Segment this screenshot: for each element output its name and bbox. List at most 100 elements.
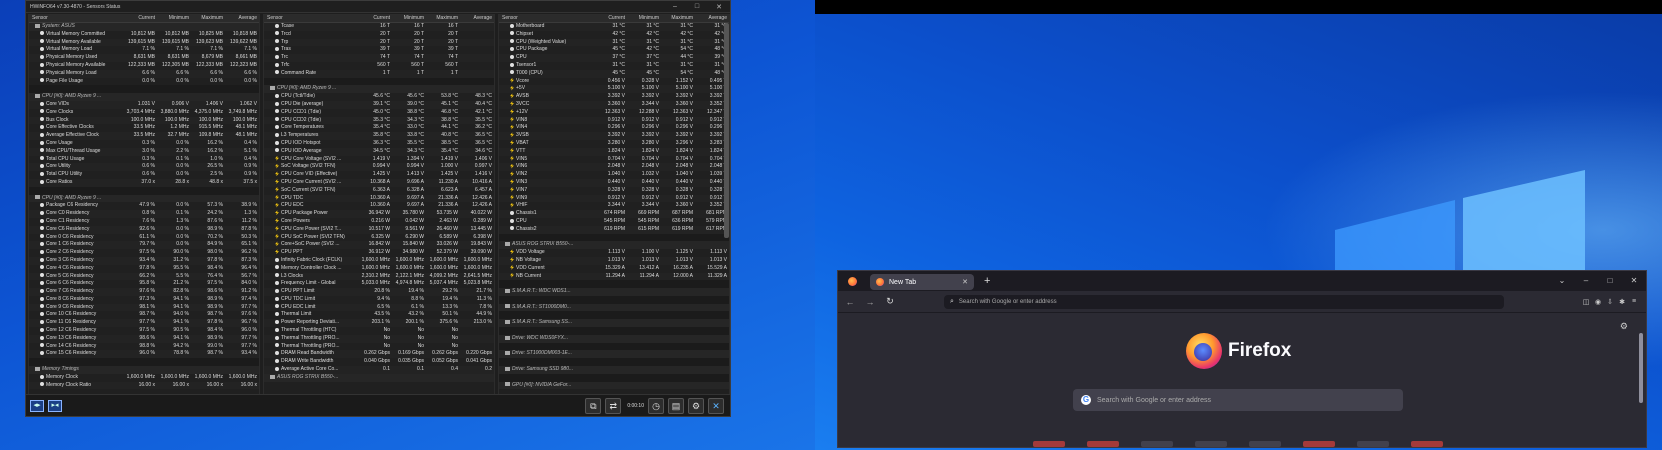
sensor-group-header[interactable]: Drive: Samsung SSD 980... [499, 366, 729, 374]
sensor-row[interactable]: Trcd 20 T 20 T 20 T [264, 31, 494, 39]
sensor-group-header[interactable]: ASUS ROG STRIX B550-... [264, 373, 494, 382]
pocket-icon[interactable]: ◫ [1580, 298, 1592, 306]
sensor-row[interactable]: VDD Current 15.329 A 13.412 A 16.235 A 15.52… [499, 265, 729, 273]
sensor-row[interactable]: CPU IOD Average 34.5 °C 34.3 °C 35.4 °C 34.6… [264, 147, 494, 156]
minimize-button[interactable]: – [664, 3, 686, 10]
sensor-group-header[interactable]: System: ASUS [29, 23, 259, 31]
sensor-row[interactable]: Core 15 C6 Residency 96.0 % 78.8 % 98.7 % 93… [29, 350, 259, 359]
sensor-row[interactable]: VIN3 0.440 V 0.440 V 0.440 V 0.440 V [499, 178, 729, 187]
sensor-row[interactable]: Tcase 16 T 16 T 16 T [264, 23, 494, 31]
sensor-row[interactable]: VIN9 0.912 V 0.912 V 0.912 V 0.912 V [499, 194, 729, 203]
col-current[interactable]: Current [358, 15, 392, 22]
sensor-group-header[interactable]: Drive: ST1000DM003-1E... [499, 350, 729, 359]
sensor-row[interactable]: CPU CCD1 (Tdie) 45.0 °C 38.8 °C 46.8 °C 42.1… [264, 109, 494, 117]
sensor-row[interactable]: Core C1 Residency 7.6 % 1.3 % 87.6 % 11.2 % [29, 218, 259, 226]
minimize-button[interactable]: – [1574, 271, 1598, 291]
sensor-row[interactable]: CPU EDC 10.360 A 9.697 A 21.336 A 12.426 A [264, 202, 494, 210]
sensor-row[interactable]: CPU TDC Limit 9.4 % 8.8 % 19.4 % 11.3 % [264, 296, 494, 304]
sensor-row[interactable]: Chipset 42 °C 42 °C 42 °C 42 °C [499, 31, 729, 39]
vertical-scrollbar[interactable] [1639, 333, 1643, 403]
close-tab-icon[interactable]: ✕ [962, 278, 968, 286]
sensor-group-header[interactable]: Drive: WDC WDS0FYX... [499, 334, 729, 343]
col-minimum[interactable]: Minimum [627, 15, 661, 22]
sensor-row[interactable]: CPU 545 RPM 545 RPM 636 RPM 579 RPM [499, 218, 729, 226]
sensor-row[interactable]: Core 4 C6 Residency 97.8 % 95.5 % 98.4 % 96.… [29, 265, 259, 273]
sensor-row[interactable]: 3VSB 3.392 V 3.392 V 3.392 V 3.392 V [499, 132, 729, 140]
sensor-group-header[interactable]: GPU [#0]: NVIDIA GeFor... [499, 381, 729, 390]
sensor-row[interactable]: Frequency Limit - Global 5,033.0 MHz 4,974… [264, 280, 494, 288]
sensor-row[interactable]: Core Powers 0.216 W 0.042 W 2.463 W 0.289 W [264, 218, 494, 226]
forward-icon[interactable]: → [862, 297, 878, 307]
tab-new-tab[interactable]: New Tab ✕ [870, 274, 974, 290]
sensor-row[interactable]: Virtual Memory Available 139,615 MB 139,61… [29, 38, 259, 47]
maximize-button[interactable]: □ [1598, 271, 1622, 291]
sensor-row[interactable]: Core Usage 0.3 % 0.0 % 16.2 % 0.4 % [29, 140, 259, 148]
sensor-row[interactable]: Core Effective Clocks 33.5 MHz 1.2 MHz 915.… [29, 124, 259, 132]
column-header[interactable]: Sensor Current Minimum Maximum Average [264, 15, 494, 23]
sensor-row[interactable]: CPU CCD2 (Tdie) 35.3 °C 34.3 °C 38.8 °C 35.5… [264, 116, 494, 125]
sensor-row[interactable]: AVSB 3.392 V 3.392 V 3.392 V 3.392 V [499, 93, 729, 101]
sensor-row[interactable]: Core 2 C6 Residency 97.5 % 90.0 % 98.0 % 96.… [29, 249, 259, 257]
sensor-row[interactable]: Physical Memory Available 122,333 MB 122,3… [29, 62, 259, 70]
sensor-row[interactable]: Core 7 C6 Residency 97.6 % 82.8 % 98.6 % 91.… [29, 288, 259, 296]
top-site-tile[interactable] [1195, 441, 1227, 447]
column-header[interactable]: Sensor Current Minimum Maximum Average [29, 15, 259, 23]
menu-icon[interactable]: ≡ [1628, 298, 1640, 306]
search-box[interactable]: G Search with Google or enter address [1073, 389, 1403, 411]
url-bar[interactable]: ⌕ Search with Google or enter address [944, 294, 1504, 309]
gear-icon[interactable]: ⚙ [1620, 321, 1628, 332]
extensions-icon[interactable]: ✱ [1616, 298, 1628, 306]
sensor-row[interactable]: Chassis2 619 RPM 615 RPM 619 RPM 617 RPM [499, 225, 729, 234]
sensor-row[interactable]: Physical Memory Used 8,631 MB 8,631 MB 8,67… [29, 54, 259, 62]
log-icon[interactable]: ▤ [668, 397, 684, 414]
sensor-row[interactable]: Memory Clock Ratio 16.00 x 16.00 x 16.00 x 1… [29, 381, 259, 390]
col-average[interactable]: Average [460, 15, 494, 22]
sensor-row[interactable]: Core C0 Residency 0.8 % 0.1 % 24.2 % 1.3 % [29, 210, 259, 218]
sensor-row[interactable]: Core VIDs 1.031 V 0.906 V 1.406 V 1.062 V [29, 100, 259, 109]
sensor-row[interactable]: Max CPU/Thread Usage 3.0 % 2.2 % 16.2 % 5.1 … [29, 147, 259, 156]
top-site-tile[interactable] [1033, 441, 1065, 447]
sensor-row[interactable]: CPU (Tctl/Tdie) 45.6 °C 45.6 °C 53.8 °C 48.3… [264, 93, 494, 101]
sensor-row[interactable]: Trfc 560 T 560 T 560 T [264, 62, 494, 70]
top-site-tile[interactable] [1303, 441, 1335, 447]
sensor-row[interactable]: Command Rate 1 T 1 T 1 T [264, 69, 494, 78]
sensor-row[interactable]: 3VCC 3.360 V 3.344 V 3.360 V 3.352 V [499, 100, 729, 109]
col-maximum[interactable]: Maximum [191, 15, 225, 22]
sensor-row[interactable]: Infinity Fabric Clock (FCLK) 1,600.0 MHz 1… [264, 256, 494, 265]
sensor-row[interactable]: CPU EDC Limit 6.5 % 6.1 % 13.3 % 7.8 % [264, 303, 494, 312]
sensor-row[interactable]: Core 14 C6 Residency 98.8 % 94.2 % 99.0 % 97… [29, 343, 259, 351]
firefox-view-icon[interactable] [848, 277, 857, 286]
sensor-row[interactable]: CPU 37 °C 37 °C 44 °C 39 °C [499, 54, 729, 62]
hwinfo-titlebar[interactable]: HWiNFO64 v7.30-4870 - Sensors Status – □… [26, 1, 730, 13]
sensor-row[interactable]: Total CPU Utility 0.6 % 0.0 % 2.5 % 0.9 % [29, 171, 259, 179]
sensor-row[interactable]: Thermal Throttling (PRO... No No No [264, 334, 494, 343]
nav-collapse-button[interactable]: ◂▸ [30, 399, 44, 412]
sensor-row[interactable]: DRAM Read Bandwidth 0.262 Gbps 0.169 Gbps 0… [264, 350, 494, 359]
sensor-row[interactable]: Core Ratios 37.0 x 28.8 x 48.8 x 37.5 x [29, 178, 259, 187]
sensor-row[interactable]: CPU Core Power (SVI2 T... 10.517 W 9.561 W… [264, 225, 494, 234]
sensor-row[interactable]: CPU IOD Hotspot 36.3 °C 35.5 °C 38.5 °C 36.5… [264, 140, 494, 148]
maximize-button[interactable]: □ [686, 3, 708, 10]
sensor-row[interactable]: Virtual Memory Load 7.1 % 7.1 % 7.1 % 7.1 % [29, 46, 259, 54]
clock-icon[interactable]: ◷ [648, 397, 664, 414]
sensor-row[interactable]: Core 8 C6 Residency 97.3 % 94.1 % 98.9 % 97.… [29, 296, 259, 304]
sensor-row[interactable]: +5V 5.100 V 5.100 V 5.100 V 5.100 V [499, 85, 729, 94]
settings-icon[interactable]: ⚙ [688, 397, 704, 414]
sensor-row[interactable]: T000 (CPU) 45 °C 45 °C 54 °C 48 °C [499, 69, 729, 78]
sensor-row[interactable]: Core 11 C6 Residency 97.7 % 94.1 % 97.8 % 96… [29, 319, 259, 328]
sensor-row[interactable]: Core Temperatures 35.4 °C 33.0 °C 44.1 °C 36… [264, 124, 494, 132]
sensor-row[interactable]: Thermal Throttling (PRO... No No No [264, 343, 494, 351]
sensor-row[interactable]: Thermal Throttling (HTC) No No No [264, 327, 494, 335]
exit-icon[interactable]: ✕ [708, 397, 724, 414]
sensor-row[interactable]: VIN8 0.912 V 0.912 V 0.912 V 0.912 V [499, 116, 729, 125]
sensor-row[interactable]: CPU TDC 10.360 A 9.697 A 21.336 A 12.426 A [264, 194, 494, 203]
sensor-row[interactable]: VIN5 0.704 V 0.704 V 0.704 V 0.704 V [499, 156, 729, 164]
network-icon[interactable]: ⧉ [585, 397, 602, 414]
top-site-tile[interactable] [1087, 441, 1119, 447]
sensor-group-header[interactable]: ASUS ROG STRIX B550-... [499, 241, 729, 250]
sensor-row[interactable]: NB Voltage 1.013 V 1.013 V 1.013 V 1.013 V [499, 256, 729, 265]
sensor-row[interactable]: Motherboard 31 °C 31 °C 31 °C 31 °C [499, 23, 729, 31]
sensor-row[interactable]: CPU PPT Limit 20.8 % 19.4 % 29.2 % 21.7 % [264, 288, 494, 296]
sensor-row[interactable]: Core C6 Residency 92.6 % 0.0 % 98.9 % 87.8 % [29, 225, 259, 234]
col-sensor[interactable]: Sensor [29, 15, 123, 22]
